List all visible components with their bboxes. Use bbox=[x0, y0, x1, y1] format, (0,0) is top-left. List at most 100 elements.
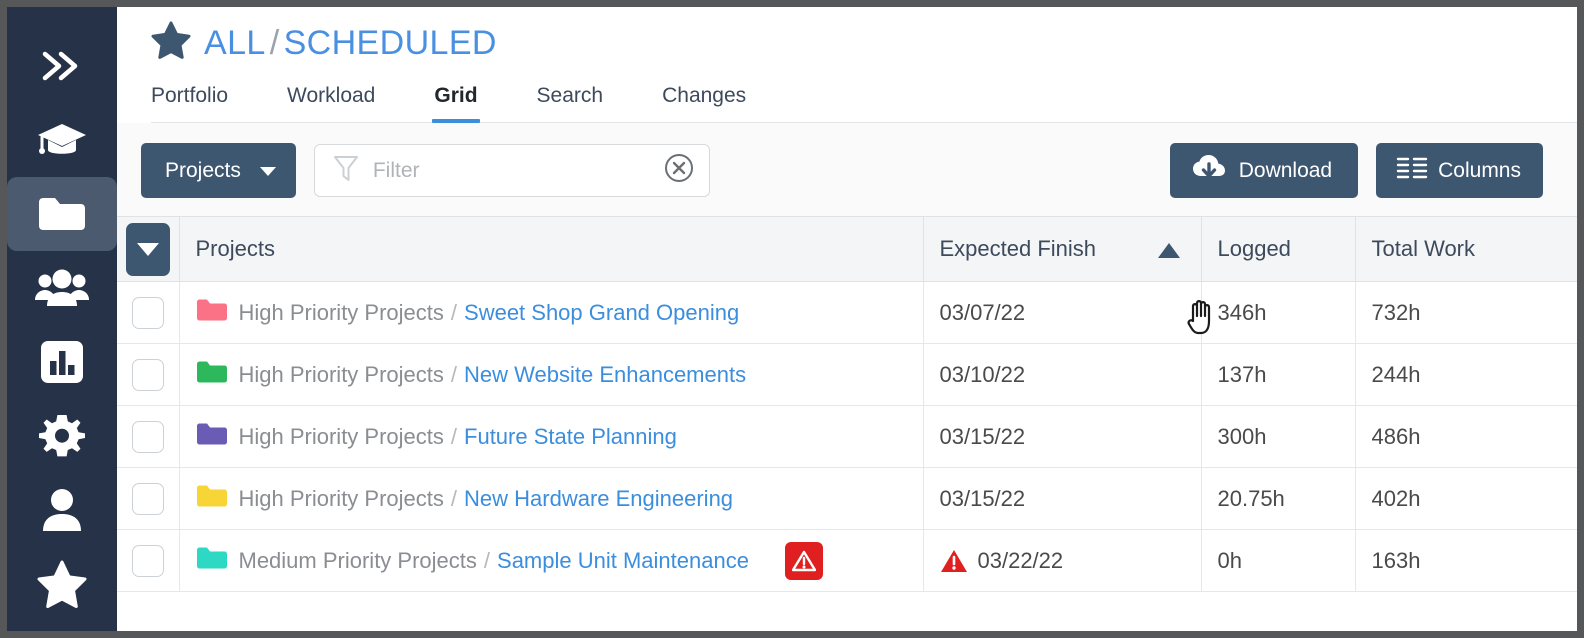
select-all-header bbox=[117, 216, 180, 282]
filter-input[interactable]: Filter bbox=[373, 159, 649, 183]
download-label: Download bbox=[1238, 158, 1333, 182]
users-group-icon bbox=[35, 268, 89, 308]
tab-workload[interactable]: Workload bbox=[287, 84, 375, 122]
expected-finish-cell: 03/15/22 bbox=[923, 467, 1202, 530]
sidebar-item-people[interactable] bbox=[7, 251, 117, 325]
row-select-cell bbox=[117, 343, 180, 406]
chevron-down-icon bbox=[259, 167, 276, 176]
tab-grid[interactable]: Grid bbox=[432, 84, 480, 123]
logged-cell: 0h bbox=[1201, 529, 1356, 592]
warning-badge-icon[interactable] bbox=[784, 541, 823, 580]
columns-button[interactable]: Columns bbox=[1376, 143, 1543, 198]
expected-finish-date: 03/15/22 bbox=[939, 485, 1026, 511]
expected-finish-date: 03/22/22 bbox=[977, 547, 1064, 573]
bar-chart-icon bbox=[39, 339, 85, 385]
columns-label: Columns bbox=[1438, 158, 1521, 182]
graduation-cap-icon bbox=[36, 118, 88, 162]
table-row[interactable]: Medium Priority Projects / Sample Unit Mai… bbox=[117, 529, 1577, 592]
tab-search[interactable]: Search bbox=[537, 84, 604, 122]
sidebar-item-projects[interactable] bbox=[7, 177, 117, 251]
table-row[interactable]: High Priority Projects / New Hardware Engi… bbox=[117, 467, 1577, 530]
project-name-cell: Medium Priority Projects / Sample Unit Mai… bbox=[179, 529, 924, 592]
row-checkbox[interactable] bbox=[131, 296, 164, 329]
folder-icon bbox=[196, 483, 228, 515]
table-row[interactable]: High Priority Projects / Future State Plan… bbox=[117, 405, 1577, 468]
folder-icon bbox=[196, 545, 228, 577]
column-header-logged[interactable]: Logged bbox=[1201, 216, 1356, 282]
funnel-icon bbox=[333, 154, 359, 187]
expected-finish-cell: 03/15/22 bbox=[923, 405, 1202, 468]
project-link[interactable]: Sample Unit Maintenance bbox=[497, 548, 749, 574]
column-header-projects-label: Projects bbox=[195, 236, 275, 261]
table-head: Projects Expected Finish Logged Total Wo… bbox=[117, 216, 1577, 282]
column-header-projects[interactable]: Projects bbox=[179, 216, 924, 282]
column-header-total-work[interactable]: Total Work bbox=[1355, 216, 1577, 282]
filter-input-wrapper[interactable]: Filter bbox=[313, 144, 710, 197]
breadcrumb: ALL / SCHEDULED bbox=[151, 21, 1577, 64]
person-icon bbox=[40, 487, 84, 533]
sidebar-item-settings[interactable] bbox=[7, 399, 117, 473]
favorite-star-icon[interactable] bbox=[151, 21, 191, 64]
download-button[interactable]: Download bbox=[1169, 143, 1359, 198]
expected-finish-date: 03/07/22 bbox=[939, 299, 1026, 325]
projects-table: Projects Expected Finish Logged Total Wo… bbox=[117, 216, 1577, 592]
expected-finish-date: 03/10/22 bbox=[939, 361, 1026, 387]
path-separator: / bbox=[450, 361, 458, 387]
row-checkbox[interactable] bbox=[131, 358, 164, 391]
logged-cell: 346h bbox=[1201, 281, 1356, 344]
row-select-cell bbox=[117, 529, 180, 592]
sidebar bbox=[7, 7, 117, 631]
double-chevron-right-icon bbox=[39, 46, 85, 86]
folder-icon bbox=[36, 193, 88, 235]
total-work-cell: 163h bbox=[1355, 529, 1577, 592]
project-name-cell: High Priority Projects / Sweet Shop Grand … bbox=[179, 281, 924, 344]
sidebar-item-training[interactable] bbox=[7, 103, 117, 177]
cloud-download-icon bbox=[1192, 154, 1226, 188]
total-work-cell: 402h bbox=[1355, 467, 1577, 530]
warning-triangle-icon bbox=[940, 548, 968, 574]
path-separator: / bbox=[450, 423, 458, 449]
row-checkbox[interactable] bbox=[131, 420, 164, 453]
select-all-dropdown-button[interactable] bbox=[125, 222, 170, 276]
sidebar-item-favorites[interactable] bbox=[7, 547, 117, 621]
circle-x-icon[interactable] bbox=[663, 152, 695, 189]
logged-cell: 137h bbox=[1201, 343, 1356, 406]
page-header: ALL / SCHEDULED Portfolio Workload Grid Se… bbox=[117, 7, 1577, 123]
grid-toolbar: Projects Filter Download Columns bbox=[117, 123, 1577, 216]
table-row[interactable]: High Priority Projects / New Website Enhan… bbox=[117, 343, 1577, 406]
project-link[interactable]: New Hardware Engineering bbox=[464, 486, 733, 512]
sidebar-item-reports[interactable] bbox=[7, 325, 117, 399]
project-link[interactable]: New Website Enhancements bbox=[464, 362, 746, 388]
breadcrumb-current[interactable]: SCHEDULED bbox=[284, 24, 497, 62]
project-name-cell: High Priority Projects / New Hardware Engi… bbox=[179, 467, 924, 530]
column-header-expected-finish[interactable]: Expected Finish bbox=[923, 216, 1202, 282]
project-parent-path: High Priority Projects bbox=[238, 485, 444, 511]
sidebar-item-expand[interactable] bbox=[7, 29, 117, 103]
sort-ascending-icon[interactable] bbox=[1158, 242, 1181, 258]
path-separator: / bbox=[450, 299, 458, 325]
project-parent-path: Medium Priority Projects bbox=[238, 547, 477, 573]
project-parent-path: High Priority Projects bbox=[238, 361, 444, 387]
star-icon bbox=[37, 560, 87, 608]
tab-changes[interactable]: Changes bbox=[662, 84, 746, 122]
project-link[interactable]: Future State Planning bbox=[464, 424, 677, 450]
main-content: ALL / SCHEDULED Portfolio Workload Grid Se… bbox=[117, 7, 1577, 631]
row-select-cell bbox=[117, 405, 180, 468]
project-link[interactable]: Sweet Shop Grand Opening bbox=[464, 300, 739, 326]
breadcrumb-root[interactable]: ALL bbox=[204, 24, 266, 62]
row-checkbox[interactable] bbox=[131, 544, 164, 577]
app-window: ALL / SCHEDULED Portfolio Workload Grid Se… bbox=[7, 7, 1577, 631]
path-separator: / bbox=[483, 547, 491, 573]
row-checkbox[interactable] bbox=[131, 482, 164, 515]
row-select-cell bbox=[117, 281, 180, 344]
projects-dropdown-label: Projects bbox=[165, 158, 241, 182]
project-name-cell: High Priority Projects / New Website Enhan… bbox=[179, 343, 924, 406]
folder-icon bbox=[196, 421, 228, 453]
tab-portfolio[interactable]: Portfolio bbox=[151, 84, 228, 122]
projects-dropdown-button[interactable]: Projects bbox=[141, 143, 296, 198]
sidebar-item-account[interactable] bbox=[7, 473, 117, 547]
path-separator: / bbox=[450, 485, 458, 511]
folder-icon bbox=[196, 297, 228, 329]
table-row[interactable]: High Priority Projects / Sweet Shop Grand … bbox=[117, 281, 1577, 344]
gear-icon bbox=[38, 412, 86, 460]
